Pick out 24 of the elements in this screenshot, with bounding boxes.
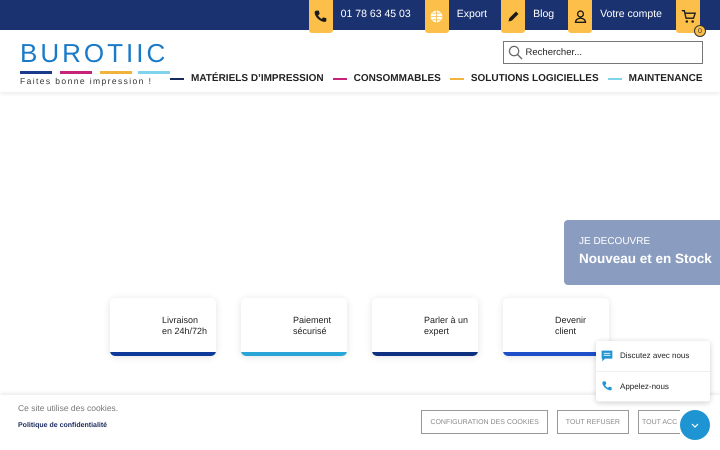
contact-menu-item[interactable]: Appelez-nous (620, 382, 669, 391)
nav-link[interactable]: SOLUTIONS LOGICIELLES (470, 73, 599, 84)
top-bar-link[interactable]: Blog (533, 8, 554, 20)
logo-wordmark: BUROTIIC (20, 38, 170, 68)
feature-card[interactable]: Devenir client (503, 298, 609, 356)
feature-card[interactable]: Livraison en 24h/72h (110, 298, 216, 356)
nav-link[interactable]: MAINTENANCE (628, 73, 703, 84)
contact-menu-item[interactable]: Discutez avec nous (620, 351, 690, 360)
promo-title: Nouveau et en Stock (579, 251, 713, 266)
top-bar-link[interactable]: Votre compte (600, 8, 662, 20)
nav-link[interactable]: MATÉRIELS D’IMPRESSION (191, 73, 324, 84)
logo-tagline: Faites bonne impression ! (20, 76, 154, 86)
cookie-message: Ce site utilise des cookies. (18, 403, 118, 413)
feature-label: Livraison en 24h/72h (161, 314, 208, 337)
top-bar-link[interactable]: Export (456, 8, 488, 20)
feature-label: Parler à un expert (423, 314, 470, 337)
search-field[interactable]: Rechercher... (502, 41, 703, 64)
nav-link[interactable]: CONSOMMABLES (354, 73, 441, 84)
promo-eyebrow: JE DECOUVRE (579, 236, 652, 247)
feature-card[interactable]: Paiement sécurisé (241, 298, 347, 356)
feature-label: Paiement sécurisé (292, 314, 332, 337)
feature-label: Devenir client (554, 314, 588, 337)
top-bar-link[interactable]: 01 78 63 45 03 (340, 8, 411, 20)
feature-card[interactable]: Parler à un expert (372, 298, 478, 356)
